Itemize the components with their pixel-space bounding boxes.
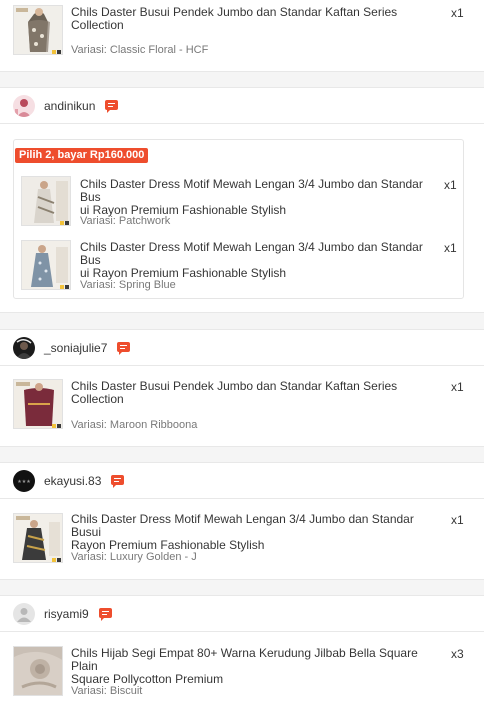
product-thumbnail[interactable]	[21, 176, 71, 226]
variant-label: Variasi: Biscuit	[71, 685, 143, 697]
variant-label: Variasi: Spring Blue	[80, 279, 176, 291]
product-thumbnail[interactable]	[21, 240, 71, 290]
buyer-avatar[interactable]	[13, 336, 35, 359]
order-item[interactable]: Chils Daster Dress Motif Mewah Lengan 3/…	[21, 172, 457, 232]
quantity: x1	[444, 241, 457, 255]
quantity: x1	[451, 380, 464, 394]
chat-icon[interactable]	[111, 474, 125, 488]
chat-icon[interactable]	[117, 341, 131, 355]
variant-label: Variasi: Classic Floral - HCF	[71, 44, 209, 56]
svg-text:★★★: ★★★	[17, 479, 31, 485]
order-item[interactable]: Chils Hijab Segi Empat 80+ Warna Kerudun…	[0, 632, 484, 715]
bundle-card: Pilih 2, bayar Rp160.000 Chils Daster Dr…	[13, 139, 464, 299]
bundle-deal-badge: Pilih 2, bayar Rp160.000	[15, 148, 149, 163]
product-thumbnail[interactable]	[13, 646, 63, 696]
product-title-line: Chils Hijab Segi Empat 80+ Warna Kerudun…	[71, 646, 418, 673]
quantity: x1	[451, 513, 464, 527]
product-thumbnail[interactable]	[13, 379, 63, 429]
product-title-line: Chils Daster Dress Motif Mewah Lengan 3/…	[80, 177, 423, 204]
order-item[interactable]: Chils Daster Busui Pendek Jumbo dan Stan…	[0, 366, 484, 447]
buyer-username[interactable]: risyami9	[44, 607, 89, 621]
buyer-header: risyami9	[0, 595, 484, 632]
chat-icon[interactable]	[98, 607, 112, 621]
chat-icon[interactable]	[105, 99, 119, 113]
order-item[interactable]: Chils Daster Dress Motif Mewah Lengan 3/…	[0, 499, 484, 580]
product-title[interactable]: Chils Daster Busui Pendek Jumbo dan Stan…	[71, 380, 441, 406]
product-title[interactable]: Chils Daster Dress Motif Mewah Lengan 3/…	[80, 241, 440, 280]
product-title[interactable]: Chils Daster Dress Motif Mewah Lengan 3/…	[71, 513, 446, 552]
product-title[interactable]: Chils Daster Dress Motif Mewah Lengan 3/…	[80, 178, 440, 217]
quantity: x1	[451, 6, 464, 20]
buyer-username[interactable]: _soniajulie7	[44, 341, 107, 355]
order-list: Chils Daster Busui Pendek Jumbo dan Stan…	[0, 0, 484, 715]
user-silhouette-icon[interactable]	[13, 602, 35, 625]
order-item[interactable]: Chils Daster Busui Pendek Jumbo dan Stan…	[0, 0, 484, 72]
product-title-line: Chils Daster Dress Motif Mewah Lengan 3/…	[80, 240, 423, 267]
variant-label: Variasi: Maroon Ribboona	[71, 419, 198, 431]
order-item[interactable]: Chils Daster Dress Motif Mewah Lengan 3/…	[21, 236, 457, 296]
variant-label: Variasi: Patchwork	[80, 215, 171, 227]
quantity: x3	[451, 647, 464, 661]
product-title[interactable]: Chils Hijab Segi Empat 80+ Warna Kerudun…	[71, 647, 446, 686]
buyer-header: andinikun	[0, 87, 484, 124]
product-thumbnail[interactable]	[13, 5, 63, 55]
buyer-avatar[interactable]: ★★★	[13, 469, 35, 492]
product-thumbnail[interactable]	[13, 513, 63, 563]
quantity: x1	[444, 178, 457, 192]
product-title-line: Chils Daster Dress Motif Mewah Lengan 3/…	[71, 512, 414, 539]
buyer-username[interactable]: andinikun	[44, 99, 95, 113]
buyer-header: ★★★ ekayusi.83	[0, 462, 484, 499]
product-title[interactable]: Chils Daster Busui Pendek Jumbo dan Stan…	[71, 6, 441, 32]
buyer-avatar[interactable]	[13, 94, 35, 117]
buyer-header: _soniajulie7	[0, 329, 484, 366]
buyer-username[interactable]: ekayusi.83	[44, 474, 101, 488]
variant-label: Variasi: Luxury Golden - J	[71, 551, 197, 563]
